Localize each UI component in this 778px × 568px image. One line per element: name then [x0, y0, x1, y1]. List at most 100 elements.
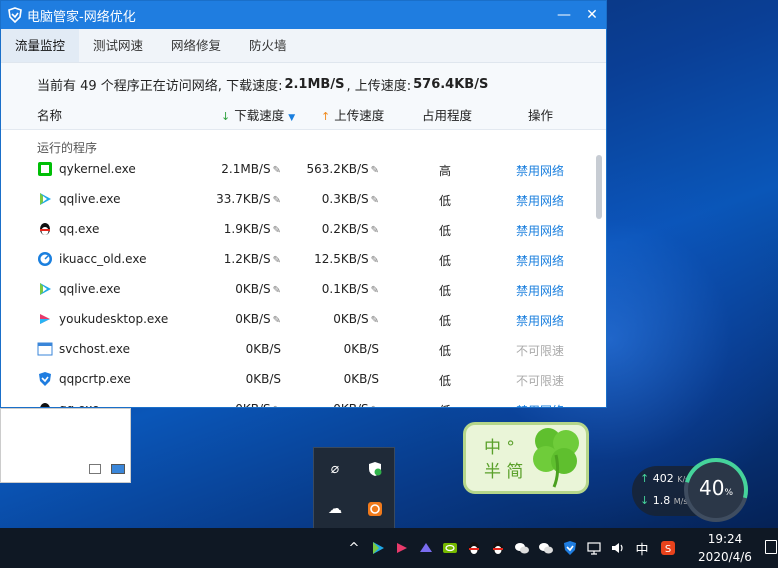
- edit-pencil-icon[interactable]: ✎: [371, 225, 379, 236]
- table-row[interactable]: qqlive.exe 33.7KB/S ✎ 0.3KB/S ✎ 低禁用网络: [1, 184, 591, 214]
- edit-pencil-icon[interactable]: ✎: [371, 165, 379, 176]
- summary-mid: , 上传速度:: [346, 78, 412, 94]
- youku-taskbar-icon[interactable]: [394, 540, 410, 556]
- tab-traffic-monitor[interactable]: 流量监控: [1, 29, 80, 62]
- download-speed: ↓ 1.8 M/s: [640, 494, 687, 507]
- disable-network-link[interactable]: 禁用网络: [516, 192, 564, 209]
- tray-overflow-popup: ⌀ ☁: [313, 447, 395, 529]
- ikuacc-icon: [37, 251, 53, 267]
- defender-shield-tray-icon[interactable]: [366, 460, 384, 478]
- disable-network-link[interactable]: 禁用网络: [516, 222, 564, 239]
- column-usage[interactable]: 占用程度: [422, 105, 472, 124]
- pc-manager-taskbar-icon[interactable]: [562, 540, 578, 556]
- process-name: ikuacc_old.exe: [59, 252, 147, 266]
- edit-pencil-icon[interactable]: ✎: [371, 315, 379, 326]
- upload-speed-value: 563.2KB/S: [306, 162, 369, 176]
- download-arrow-icon: ↓: [640, 494, 650, 507]
- table-row[interactable]: svchost.exe 0KB/S 0KB/S 低不可限速: [1, 334, 591, 364]
- ime-mode-label[interactable]: 中: [634, 540, 650, 558]
- disable-network-link[interactable]: 禁用网络: [516, 162, 564, 179]
- notification-center-icon[interactable]: [765, 540, 777, 554]
- upload-speed-value: 0KB/S: [343, 372, 379, 386]
- close-button[interactable]: ✕: [578, 1, 606, 29]
- cannot-limit-label: 不可限速: [516, 374, 565, 388]
- upload-speed-cell[interactable]: 0KB/S✎: [259, 312, 379, 326]
- tab-firewall[interactable]: 防火墙: [235, 29, 301, 62]
- wechat-taskbar-icon-2[interactable]: [538, 540, 554, 556]
- clover-line-2: 半 简: [484, 462, 524, 482]
- details-view-icon[interactable]: [89, 464, 101, 474]
- process-name: qqpcrtp.exe: [59, 372, 131, 386]
- edit-pencil-icon[interactable]: ✎: [371, 405, 379, 407]
- column-upload[interactable]: ↑ 上传速度: [321, 105, 384, 124]
- upload-speed-cell[interactable]: 563.2KB/S ✎: [259, 162, 379, 176]
- disable-network-link[interactable]: 禁用网络: [516, 402, 564, 407]
- iqiyi-icon: [37, 161, 53, 177]
- large-icon-view-icon[interactable]: [111, 464, 125, 474]
- upload-speed-cell[interactable]: 0.2KB/S ✎: [259, 222, 379, 236]
- satellite-tray-icon[interactable]: ⌀: [326, 460, 344, 478]
- column-name[interactable]: 名称: [37, 105, 62, 124]
- title-bar[interactable]: 电脑管家-网络优化 — ✕: [1, 1, 606, 29]
- table-row[interactable]: qq.exe0KB/S✎0KB/S✎低禁用网络: [1, 394, 591, 407]
- column-download-label: 下载速度: [234, 107, 285, 123]
- usage-level: 低: [439, 374, 452, 388]
- disable-network-link[interactable]: 禁用网络: [516, 282, 564, 299]
- process-name: youkudesktop.exe: [59, 312, 169, 326]
- wechat-taskbar-icon[interactable]: [514, 540, 530, 556]
- upload-speed-value: 0KB/S: [343, 342, 379, 356]
- table-row[interactable]: youkudesktop.exe 0KB/S ✎ 0KB/S ✎ 低 禁用网络: [1, 304, 591, 334]
- network-taskbar-icon[interactable]: [586, 540, 602, 556]
- cloud-tray-icon[interactable]: ☁: [326, 500, 344, 518]
- qq-penguin-taskbar-icon-2[interactable]: [490, 540, 506, 556]
- upload-speed-cell[interactable]: 0KB/S: [259, 372, 379, 386]
- edit-pencil-icon[interactable]: ✎: [371, 285, 379, 296]
- clock-date: 2020/4/6: [698, 550, 752, 564]
- tab-network-repair[interactable]: 网络修复: [157, 29, 235, 62]
- table-row[interactable]: qqlive.exe 0KB/S ✎ 0.1KB/S ✎ 低禁用网络: [1, 274, 591, 304]
- upload-speed-cell[interactable]: 0.1KB/S ✎: [259, 282, 379, 296]
- qq-penguin-icon: [37, 401, 53, 407]
- sogou-input-taskbar-icon[interactable]: S: [660, 540, 676, 556]
- upload-speed-cell[interactable]: 12.5KB/S ✎: [259, 252, 379, 266]
- table-row[interactable]: qqpcrtp.exe 0KB/S 0KB/S 低不可限速: [1, 364, 591, 394]
- upload-arrow-icon: ↑: [640, 472, 650, 485]
- upload-speed-cell[interactable]: 0KB/S✎: [259, 402, 379, 407]
- taskbar-clock[interactable]: 19:24 2020/4/6: [690, 530, 760, 566]
- disable-network-link[interactable]: 禁用网络: [516, 312, 564, 329]
- upload-arrow-icon: ↑: [321, 109, 331, 123]
- show-hidden-icons-chevron-icon[interactable]: ^: [346, 540, 362, 556]
- table-row[interactable]: ikuacc_old.exe 1.2KB/S ✎ 12.5KB/S ✎ 低禁用网络: [1, 244, 591, 274]
- column-action: 操作: [528, 107, 554, 123]
- qq-penguin-taskbar-icon[interactable]: [466, 540, 482, 556]
- network-speed-ball[interactable]: ↑ 402 K/s ↓ 1.8 M/s 40%: [632, 446, 760, 534]
- orange-app-tray-icon[interactable]: [366, 500, 384, 518]
- nvidia-taskbar-icon[interactable]: [442, 540, 458, 556]
- volume-taskbar-icon[interactable]: [610, 540, 626, 556]
- usage-level: 低: [439, 402, 451, 407]
- tencent-video-taskbar-icon[interactable]: [370, 540, 386, 556]
- sort-desc-icon: ▼: [288, 112, 296, 123]
- tab-speed-test[interactable]: 测试网速: [79, 29, 157, 62]
- table-row[interactable]: qq.exe 1.9KB/S ✎ 0.2KB/S ✎ 低禁用网络: [1, 214, 591, 244]
- edit-pencil-icon[interactable]: ✎: [371, 195, 379, 206]
- summary-prefix: 当前有 49 个程序正在访问网络, 下载速度:: [37, 78, 283, 94]
- upload-speed-cell[interactable]: 0.3KB/S ✎: [259, 192, 379, 206]
- column-download[interactable]: ↓ 下载速度 ▼: [221, 105, 295, 124]
- download-arrow-icon: ↓: [221, 109, 231, 123]
- download-speed-value: 1.8: [652, 494, 671, 507]
- list-scrollbar-thumb[interactable]: [596, 155, 602, 219]
- feishu-bird-taskbar-icon[interactable]: [418, 540, 434, 556]
- table-row[interactable]: qykernel.exe 2.1MB/S ✎ 563.2KB/S ✎ 高禁用网络: [1, 154, 591, 184]
- upload-speed-cell[interactable]: 0KB/S: [259, 342, 379, 356]
- upload-speed-value: 0KB/S: [333, 312, 369, 326]
- disable-network-link[interactable]: 禁用网络: [516, 252, 564, 269]
- process-name: qq.exe: [59, 222, 100, 236]
- minimize-button[interactable]: —: [550, 1, 578, 29]
- clover-input-widget[interactable]: 中 ° 半 简: [463, 422, 589, 494]
- column-header: 名称 ↓ 下载速度 ▼ ↑ 上传速度 占用程度 操作: [1, 99, 606, 129]
- usage-level: 低: [439, 254, 452, 268]
- edit-pencil-icon[interactable]: ✎: [371, 255, 379, 266]
- upload-speed-value: 0KB/S: [333, 402, 368, 407]
- process-list[interactable]: 运行的程序 qykernel.exe 2.1MB/S ✎ 563.2KB/S ✎ 高禁用网…: [1, 129, 606, 407]
